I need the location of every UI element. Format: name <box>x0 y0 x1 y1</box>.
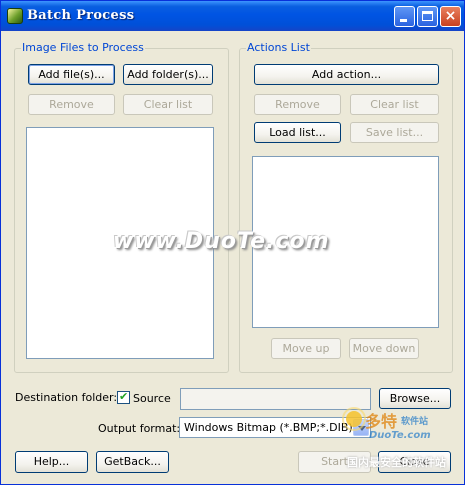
source-checkbox[interactable]: ✔ <box>117 390 130 404</box>
watermark-logo: 多特 软件站 DuoTe.com 国内最安全的软件站 <box>341 406 464 476</box>
maximize-icon <box>422 11 433 21</box>
watermark-slogan: 国内最安全的软件站 <box>347 456 446 469</box>
remove-file-button[interactable]: Remove <box>28 94 115 115</box>
app-icon <box>7 8 23 24</box>
move-up-button[interactable]: Move up <box>271 338 341 359</box>
add-folders-button[interactable]: Add folder(s)... <box>123 64 213 85</box>
clear-actions-button[interactable]: Clear list <box>350 94 439 115</box>
actions-group-title: Actions List <box>246 41 311 54</box>
clear-files-button[interactable]: Clear list <box>123 94 213 115</box>
add-files-button[interactable]: Add file(s)... <box>28 64 115 85</box>
move-down-button[interactable]: Move down <box>349 338 419 359</box>
remove-action-button[interactable]: Remove <box>254 94 341 115</box>
save-list-button[interactable]: Save list... <box>350 122 439 143</box>
minimize-button[interactable] <box>394 6 415 27</box>
output-format-value: Windows Bitmap (*.BMP;*.DIB) <box>184 421 353 434</box>
watermark-logo-url: DuoTe.com <box>369 430 431 441</box>
help-button[interactable]: Help... <box>15 451 88 473</box>
image-files-group-title: Image Files to Process <box>21 41 145 54</box>
watermark-logo-cn-small: 软件站 <box>401 417 429 427</box>
watermark-logo-cn: 多特 <box>365 412 398 431</box>
source-label[interactable]: Source <box>133 392 171 405</box>
maximize-button[interactable] <box>417 6 438 27</box>
add-action-button[interactable]: Add action... <box>254 64 439 85</box>
close-icon: × <box>444 8 457 24</box>
load-list-button[interactable]: Load list... <box>254 122 341 143</box>
sun-icon <box>342 407 366 431</box>
output-format-label: Output format: <box>98 422 181 435</box>
getback-button[interactable]: GetBack... <box>96 451 169 473</box>
destination-folder-label: Destination folder: <box>15 391 118 404</box>
title-bar[interactable]: Batch Process × <box>1 1 464 31</box>
batch-process-window: Batch Process × Image Files to Process A… <box>0 0 465 485</box>
close-window-button[interactable]: × <box>440 6 461 27</box>
minimize-icon <box>400 19 407 22</box>
window-title: Batch Process <box>27 8 135 23</box>
watermark-text: www.DuoTe.com <box>113 229 330 254</box>
check-icon: ✔ <box>119 390 129 403</box>
